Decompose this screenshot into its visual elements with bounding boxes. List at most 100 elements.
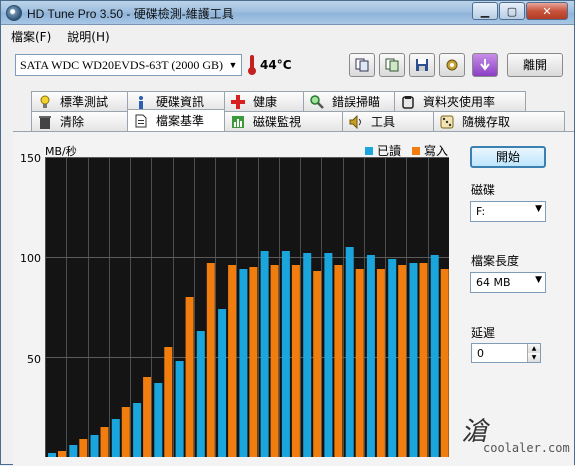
tabs-top-row: 標準測試 硬碟資訊 健康 錯誤掃瞄 資料夾使用率 <box>31 91 526 111</box>
tab-label: 隨機存取 <box>462 115 511 129</box>
tab-label: 健康 <box>253 95 278 109</box>
tab-tools[interactable]: 工具 <box>342 111 434 131</box>
copy-info-icon <box>355 58 369 72</box>
read-bar <box>345 247 354 457</box>
write-bar <box>79 439 88 457</box>
download-button[interactable] <box>472 53 498 77</box>
write-bar <box>355 269 364 457</box>
write-bar <box>419 263 428 457</box>
read-bar <box>366 255 375 457</box>
temperature-readout: 44°C <box>260 58 292 72</box>
read-bar <box>260 251 269 457</box>
trash-icon <box>38 115 52 129</box>
minimize-button[interactable]: ▁ <box>472 2 498 20</box>
chevron-down-icon: ▼ <box>225 55 241 75</box>
tab-random-access[interactable]: 隨機存取 <box>433 111 565 131</box>
thermometer-icon <box>248 55 256 75</box>
write-bar <box>334 265 343 457</box>
read-bar <box>430 255 439 457</box>
tab-label: 工具 <box>371 115 396 129</box>
tab-erase[interactable]: 清除 <box>31 111 128 131</box>
monitor-icon <box>231 115 245 129</box>
write-bar <box>143 377 152 457</box>
write-bar <box>58 451 66 457</box>
disk-select[interactable]: F: ▼ <box>470 201 546 222</box>
write-bar <box>440 269 449 457</box>
tabs-bottom-row: 清除 檔案基準 磁碟監視 工具 隨機存取 <box>31 109 565 131</box>
menu-help[interactable]: 說明(H) <box>67 28 109 45</box>
chevron-down-icon: ▼ <box>535 204 542 214</box>
tab-info[interactable]: 硬碟資訊 <box>127 91 225 111</box>
throughput-chart <box>45 157 449 457</box>
tab-label: 清除 <box>60 115 85 129</box>
legend-swatch-write <box>412 146 420 155</box>
window-title: HD Tune Pro 3.50 - 硬碟檢測-維護工具 <box>27 7 234 21</box>
chevron-down-icon: ▼ <box>535 275 542 285</box>
copy-screen-button[interactable] <box>379 53 405 77</box>
file-length-select[interactable]: 64 MB ▼ <box>470 272 546 293</box>
read-bar <box>69 445 78 457</box>
lightbulb-icon <box>38 95 52 109</box>
write-bar <box>291 265 300 457</box>
delay-value: 0 <box>477 347 484 360</box>
app-icon <box>6 5 22 21</box>
info-icon <box>134 95 148 109</box>
write-bar <box>376 269 385 457</box>
tab-disk-monitor[interactable]: 磁碟監視 <box>224 111 343 131</box>
tab-error-scan[interactable]: 錯誤掃瞄 <box>303 91 395 111</box>
write-bar <box>249 267 258 457</box>
read-bar <box>218 309 227 457</box>
close-button[interactable]: ✕ <box>526 2 568 20</box>
tab-label: 檔案基準 <box>156 114 205 128</box>
read-bar <box>154 383 163 457</box>
options-icon <box>446 59 458 71</box>
folder-icon <box>401 95 415 109</box>
delay-spinner[interactable]: 0 ▲ ▼ <box>471 343 541 363</box>
menu-file[interactable]: 檔案(F) <box>11 28 51 45</box>
write-bar <box>398 265 407 457</box>
start-button[interactable]: 開始 <box>470 146 546 168</box>
tab-label: 標準測試 <box>60 95 109 109</box>
delay-label: 延遲 <box>471 326 496 340</box>
write-bar <box>206 263 215 457</box>
toolbar: SATA WDC WD20EVDS-63T (2000 GB) ▼ 44°C 離… <box>1 48 574 82</box>
exit-button[interactable]: 離開 <box>507 53 563 77</box>
y-tick-label: 150 <box>20 152 41 165</box>
spin-down-button[interactable]: ▼ <box>528 353 540 362</box>
read-bar <box>133 403 142 457</box>
file-length-select-value: 64 MB <box>476 276 511 289</box>
legend-swatch-read <box>365 146 373 155</box>
write-bar <box>228 265 237 457</box>
tab-label: 資料夾使用率 <box>423 95 496 109</box>
save-button[interactable] <box>409 53 435 77</box>
tab-benchmark[interactable]: 標準測試 <box>31 91 128 111</box>
title-bar: HD Tune Pro 3.50 - 硬碟檢測-維護工具 ▁ ▢ ✕ <box>1 1 574 25</box>
tab-label: 磁碟監視 <box>253 115 302 129</box>
write-bar <box>164 347 173 457</box>
disk-select-value: F: <box>476 205 486 218</box>
spin-up-button[interactable]: ▲ <box>528 344 540 353</box>
write-bar <box>100 427 109 457</box>
disk-label: 磁碟 <box>471 183 496 197</box>
file-icon <box>134 114 148 128</box>
copy-info-button[interactable] <box>349 53 375 77</box>
drive-select[interactable]: SATA WDC WD20EVDS-63T (2000 GB) ▼ <box>15 54 242 76</box>
tab-label: 錯誤掃瞄 <box>332 95 381 109</box>
tab-label: 硬碟資訊 <box>156 95 205 109</box>
read-bar <box>303 253 312 457</box>
tab-health[interactable]: 健康 <box>224 91 304 111</box>
tab-file-benchmark[interactable]: 檔案基準 <box>127 109 225 131</box>
read-bar <box>48 453 56 457</box>
tab-folder-usage[interactable]: 資料夾使用率 <box>394 91 526 111</box>
read-bar <box>239 269 248 457</box>
health-cross-icon <box>231 94 245 109</box>
options-button[interactable] <box>439 53 465 77</box>
write-bar <box>270 265 279 457</box>
file-length-label: 檔案長度 <box>471 254 520 268</box>
read-bar <box>388 259 397 457</box>
app-window: HD Tune Pro 3.50 - 硬碟檢測-維護工具 ▁ ▢ ✕ 檔案(F)… <box>0 0 575 466</box>
read-bar <box>111 419 120 457</box>
speaker-icon <box>349 114 363 129</box>
y-tick-label: 50 <box>27 353 41 366</box>
maximize-button[interactable]: ▢ <box>499 2 525 20</box>
